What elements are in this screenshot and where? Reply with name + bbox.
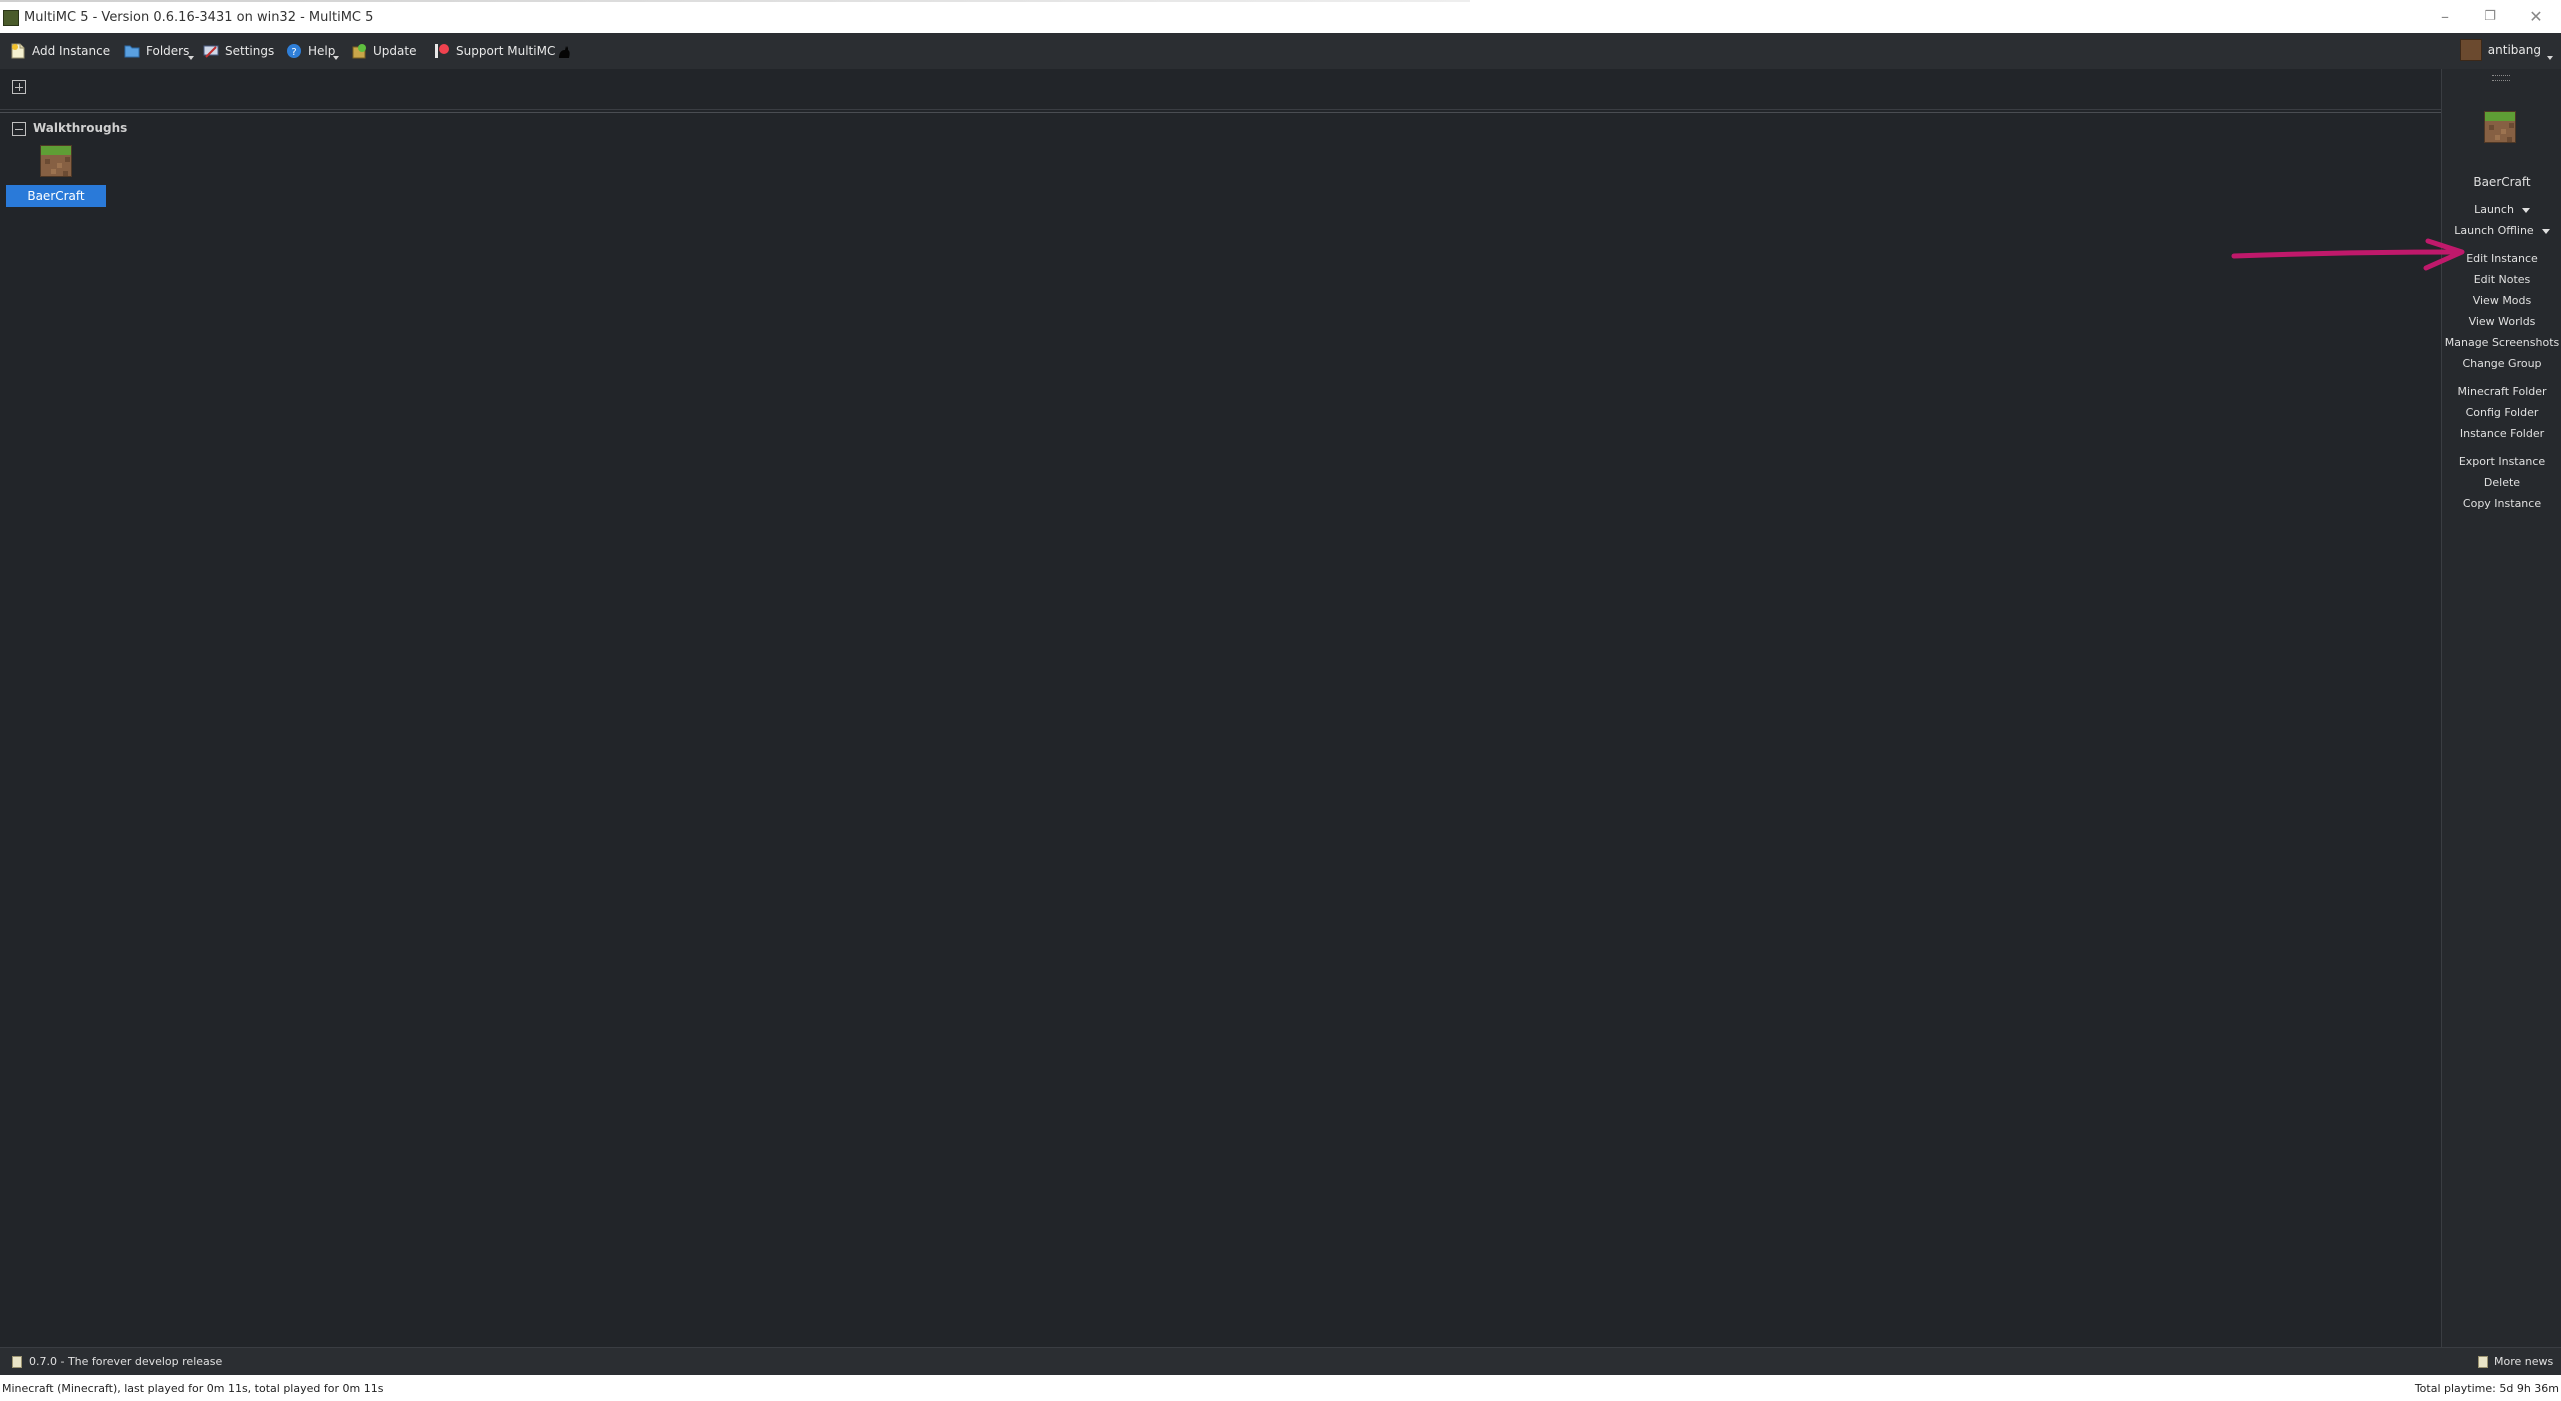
launch-offline-dropdown-icon[interactable] <box>2541 228 2550 234</box>
instance-tile[interactable]: BaerCraft <box>6 145 106 207</box>
help-dropdown-icon <box>333 56 339 60</box>
instance-view[interactable]: Walkthroughs BaerCraft <box>0 69 2441 1347</box>
multimc-app-icon <box>3 10 19 26</box>
main-toolbar: Add Instance Folders Settings ? Help Upd… <box>0 33 2561 69</box>
update-icon <box>352 44 366 59</box>
delete-button[interactable]: Delete <box>2442 476 2561 489</box>
instance-folder-button[interactable]: Instance Folder <box>2442 427 2561 440</box>
more-news-button[interactable]: More news <box>2494 1355 2553 1368</box>
folders-button[interactable]: Folders <box>124 39 189 63</box>
config-folder-button[interactable]: Config Folder <box>2442 406 2561 419</box>
settings-button[interactable]: Settings <box>203 39 274 63</box>
new-document-icon <box>11 43 25 59</box>
status-instance-info: Minecraft (Minecraft), last played for 0… <box>2 1382 384 1395</box>
launch-button[interactable]: Launch <box>2442 203 2561 216</box>
instance-icon[interactable] <box>2484 111 2516 143</box>
help-label: Help <box>308 44 336 58</box>
minimize-button[interactable]: – <box>2430 6 2460 28</box>
expand-all-icon[interactable] <box>12 80 26 94</box>
support-label: Support MultiMC <box>456 44 556 58</box>
group-title: Walkthroughs <box>33 121 128 135</box>
instance-label: BaerCraft <box>6 185 106 207</box>
account-button[interactable]: antibang <box>2459 39 2553 61</box>
copy-instance-button[interactable]: Copy Instance <box>2442 497 2561 510</box>
news-icon <box>12 1356 22 1368</box>
view-worlds-button[interactable]: View Worlds <box>2442 315 2561 328</box>
news-bar: 0.7.0 - The forever develop release More… <box>0 1347 2561 1376</box>
folder-icon <box>124 45 140 58</box>
cat-icon <box>559 46 570 58</box>
restore-button[interactable]: ❐ <box>2475 6 2505 28</box>
update-button[interactable]: Update <box>351 39 416 63</box>
close-button[interactable]: ✕ <box>2521 6 2551 28</box>
export-instance-button[interactable]: Export Instance <box>2442 455 2561 468</box>
news-headline[interactable]: 0.7.0 - The forever develop release <box>29 1355 222 1368</box>
folders-dropdown-icon <box>188 56 194 60</box>
launch-offline-button[interactable]: Launch Offline <box>2442 224 2561 237</box>
help-icon: ? <box>287 44 301 58</box>
drag-handle-icon[interactable] <box>2492 75 2510 81</box>
help-button[interactable]: ? Help <box>286 39 335 63</box>
add-instance-button[interactable]: Add Instance <box>10 39 110 63</box>
more-news-icon <box>2478 1356 2488 1368</box>
manage-screenshots-button[interactable]: Manage Screenshots <box>2442 336 2561 349</box>
support-multimc-button[interactable]: Support MultiMC <box>434 39 555 63</box>
minecraft-folder-button[interactable]: Minecraft Folder <box>2442 385 2561 398</box>
update-label: Update <box>373 44 417 58</box>
status-total-playtime: Total playtime: 5d 9h 36m <box>2414 1382 2559 1395</box>
patreon-icon <box>435 44 449 58</box>
view-toolbar <box>0 69 2441 110</box>
folders-label: Folders <box>146 44 190 58</box>
grass-block-icon <box>40 145 72 177</box>
collapse-group-icon[interactable] <box>12 122 26 136</box>
svg-text:?: ? <box>291 47 296 58</box>
instance-name: BaerCraft <box>2473 175 2531 189</box>
window-titlebar: MultiMC 5 - Version 0.6.16-3431 on win32… <box>0 0 2561 33</box>
settings-icon <box>203 45 219 58</box>
window-title: MultiMC 5 - Version 0.6.16-3431 on win32… <box>24 10 374 25</box>
settings-label: Settings <box>225 44 275 58</box>
status-bar: Minecraft (Minecraft), last played for 0… <box>0 1375 2561 1401</box>
account-dropdown-icon <box>2547 56 2553 60</box>
launch-label: Launch <box>2474 203 2514 216</box>
launch-dropdown-icon[interactable] <box>2521 207 2530 213</box>
avatar <box>2459 39 2482 61</box>
group-header[interactable]: Walkthroughs <box>0 112 2441 139</box>
add-instance-label: Add Instance <box>32 44 111 58</box>
view-mods-button[interactable]: View Mods <box>2442 294 2561 307</box>
username: antibang <box>2487 43 2541 57</box>
change-group-button[interactable]: Change Group <box>2442 357 2561 370</box>
launch-offline-label: Launch Offline <box>2454 224 2534 237</box>
titlebar-progress <box>0 0 1470 2</box>
cat-toggle-button[interactable] <box>556 39 572 63</box>
annotation-arrow-icon <box>2231 238 2465 271</box>
